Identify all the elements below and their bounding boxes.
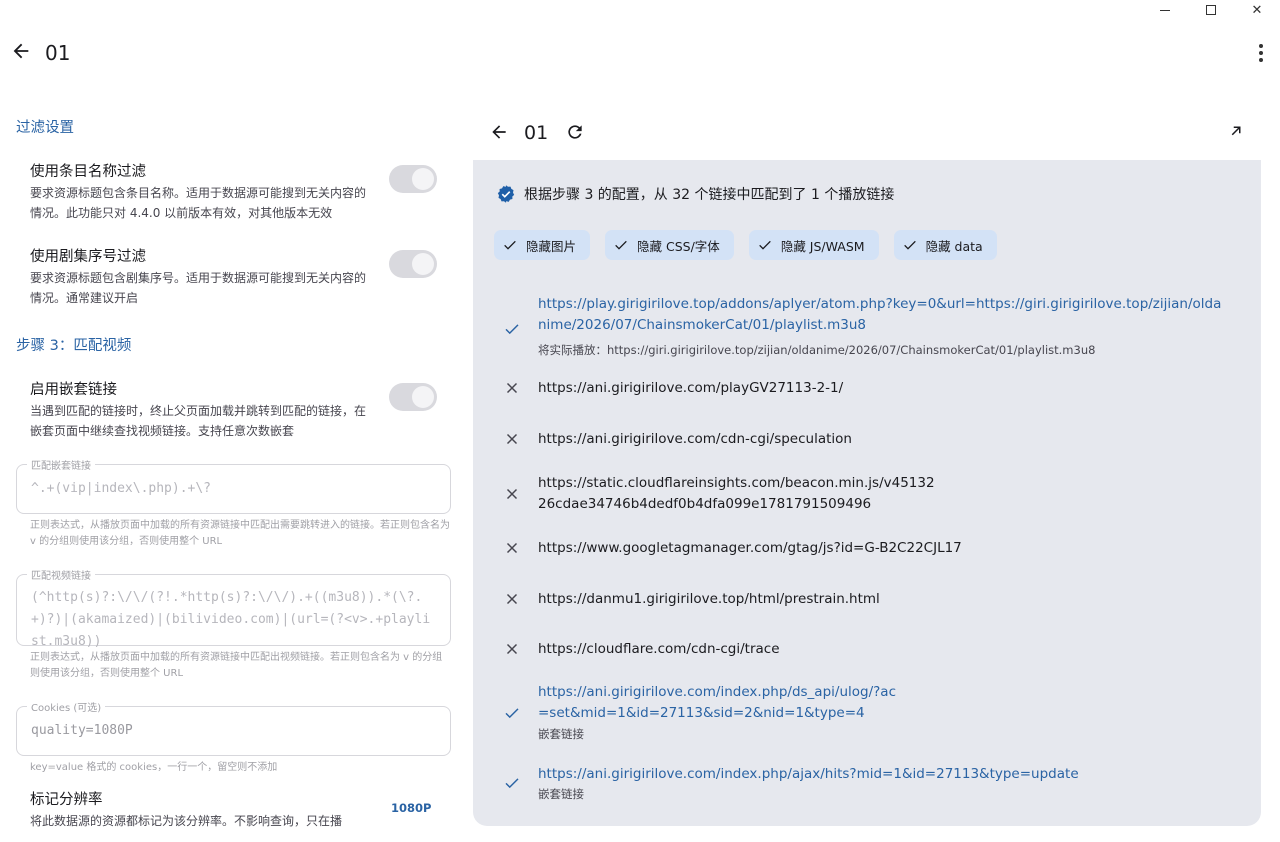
nested-link-tag: 嵌套链接: [538, 727, 584, 741]
web-panel-bar: 01: [473, 100, 1261, 160]
open-in-new-icon[interactable]: [1227, 122, 1245, 140]
page-title: 01: [45, 41, 71, 65]
back-arrow-icon[interactable]: [10, 40, 32, 62]
close-icon: [506, 433, 518, 445]
app-bar: 01: [0, 30, 1280, 76]
web-capture-panel: 01 根据步骤 3 的配置，从 32 个链接中匹配到了 1 个播放链接 隐藏图片…: [473, 100, 1261, 826]
settings-panel: 过滤设置 使用条目名称过滤 要求资源标题包含条目名称。适用于数据源可能搜到无关内…: [0, 100, 470, 842]
close-icon: [506, 488, 518, 500]
chip-label: 隐藏 CSS/字体: [637, 238, 720, 254]
nested-regex-field[interactable]: 匹配嵌套链接 ^.+(vip|index\.php).+\?: [16, 457, 451, 515]
chip-hide-css-fonts[interactable]: 隐藏 CSS/字体: [605, 230, 734, 260]
nested-regex-input[interactable]: ^.+(vip|index\.php).+\?: [17, 465, 450, 515]
verified-icon: [497, 185, 515, 203]
nested-link-tag: 嵌套链接: [538, 787, 584, 801]
nested-link-title: 启用嵌套链接: [30, 382, 117, 398]
web-panel-body: 根据步骤 3 的配置，从 32 个链接中匹配到了 1 个播放链接 隐藏图片 隐藏…: [473, 160, 1261, 826]
nested-regex-label: 匹配嵌套链接: [27, 457, 95, 472]
video-regex-help: 正则表达式，从播放页面中加载的所有资源链接中匹配出视频链接。若正则包含名为 v …: [30, 652, 443, 679]
cookies-help: key=value 格式的 cookies，一行一个，留空则不添加: [30, 762, 278, 773]
close-icon: [506, 382, 518, 394]
web-back-arrow-icon[interactable]: [489, 122, 509, 142]
more-vert-icon[interactable]: [1258, 44, 1264, 62]
chip-label: 隐藏图片: [526, 238, 577, 254]
resolution-title: 标记分辨率: [30, 792, 103, 808]
chip-hide-js-wasm[interactable]: 隐藏 JS/WASM: [748, 230, 879, 260]
check-icon: [504, 240, 516, 250]
link-url[interactable]: https://static.cloudflareinsights.com/be…: [538, 473, 938, 515]
filter-section-title: 过滤设置: [16, 120, 74, 136]
name-filter-title: 使用条目名称过滤: [30, 164, 146, 180]
nested-link-desc: 当遇到匹配的链接时，终止父页面加载并跳转到匹配的链接，在嵌套页面中继续查找视频链…: [30, 404, 367, 438]
check-icon: [505, 708, 519, 719]
cookies-field[interactable]: Cookies (可选) quality=1080P: [16, 699, 451, 757]
link-url[interactable]: https://play.girigirilove.top/addons/apl…: [538, 294, 1228, 336]
episode-filter-toggle[interactable]: [389, 250, 437, 278]
close-icon: [506, 593, 518, 605]
chip-hide-images[interactable]: 隐藏图片: [494, 230, 591, 260]
episode-filter-setting[interactable]: 使用剧集序号过滤 要求资源标题包含剧集序号。适用于数据源可能搜到无关内容的情况。…: [30, 245, 450, 308]
nested-link-toggle[interactable]: [389, 383, 437, 411]
link-url[interactable]: https://cloudflare.com/cdn-cgi/trace: [538, 639, 1228, 660]
chip-label: 隐藏 JS/WASM: [780, 238, 865, 254]
video-regex-field[interactable]: 匹配视频链接 (^http(s)?:\/\/(?!.*http(s)?:\/\/…: [16, 567, 451, 649]
match-summary-text: 根据步骤 3 的配置，从 32 个链接中匹配到了 1 个播放链接: [524, 187, 895, 203]
name-filter-setting[interactable]: 使用条目名称过滤 要求资源标题包含条目名称。适用于数据源可能搜到无关内容的情况。…: [30, 160, 450, 223]
cookies-input[interactable]: quality=1080P: [17, 707, 450, 757]
maximize-icon[interactable]: [1188, 0, 1234, 20]
check-icon: [505, 778, 519, 789]
nested-regex-help: 正则表达式，从播放页面中加载的所有资源链接中匹配出需要跳转进入的链接。若正则包含…: [30, 520, 450, 547]
resolution-setting[interactable]: 标记分辨率 将此数据源的资源都标记为该分辨率。不影响查询，只在播: [30, 788, 450, 831]
actual-play-url: 将实际播放：https://giri.girigirilove.top/ziji…: [538, 343, 1096, 357]
window-controls: ✕: [1142, 0, 1280, 20]
link-url[interactable]: https://ani.girigirilove.com/playGV27113…: [538, 378, 1228, 399]
name-filter-desc: 要求资源标题包含条目名称。适用于数据源可能搜到无关内容的情况。此功能只对 4.4…: [30, 186, 367, 220]
check-icon: [505, 324, 519, 335]
close-window-icon[interactable]: ✕: [1234, 0, 1280, 20]
chip-label: 隐藏 data: [925, 238, 983, 254]
nested-link-setting[interactable]: 启用嵌套链接 当遇到匹配的链接时，终止父页面加载并跳转到匹配的链接，在嵌套页面中…: [30, 378, 450, 441]
chip-hide-data[interactable]: 隐藏 data: [893, 230, 997, 260]
check-icon: [759, 240, 771, 250]
filter-chips: 隐藏图片 隐藏 CSS/字体 隐藏 JS/WASM 隐藏 data: [494, 230, 997, 260]
link-url[interactable]: https://danmu1.girigirilove.top/html/pre…: [538, 589, 1228, 610]
refresh-icon[interactable]: [565, 122, 585, 142]
video-regex-label: 匹配视频链接: [27, 567, 95, 582]
link-url[interactable]: https://ani.girigirilove.com/index.php/a…: [538, 764, 1228, 785]
match-summary: 根据步骤 3 的配置，从 32 个链接中匹配到了 1 个播放链接: [496, 184, 894, 204]
link-url[interactable]: https://www.googletagmanager.com/gtag/js…: [538, 538, 1228, 559]
episode-filter-desc: 要求资源标题包含剧集序号。适用于数据源可能搜到无关内容的情况。通常建议开启: [30, 271, 367, 305]
close-icon: [506, 542, 518, 554]
step3-section-title: 步骤 3：匹配视频: [16, 338, 132, 354]
episode-filter-title: 使用剧集序号过滤: [30, 249, 146, 265]
name-filter-toggle[interactable]: [389, 165, 437, 193]
cookies-label: Cookies (可选): [27, 699, 106, 714]
resolution-value[interactable]: 1080P: [391, 801, 431, 815]
check-icon: [903, 240, 916, 250]
link-url[interactable]: https://ani.girigirilove.com/cdn-cgi/spe…: [538, 429, 1228, 450]
check-icon: [615, 240, 627, 250]
link-url[interactable]: https://ani.girigirilove.com/index.php/d…: [538, 682, 898, 724]
close-icon: [506, 643, 518, 655]
resolution-desc: 将此数据源的资源都标记为该分辨率。不影响查询，只在播: [30, 814, 343, 828]
web-panel-title: 01: [524, 122, 549, 144]
minimize-icon[interactable]: [1142, 0, 1188, 20]
